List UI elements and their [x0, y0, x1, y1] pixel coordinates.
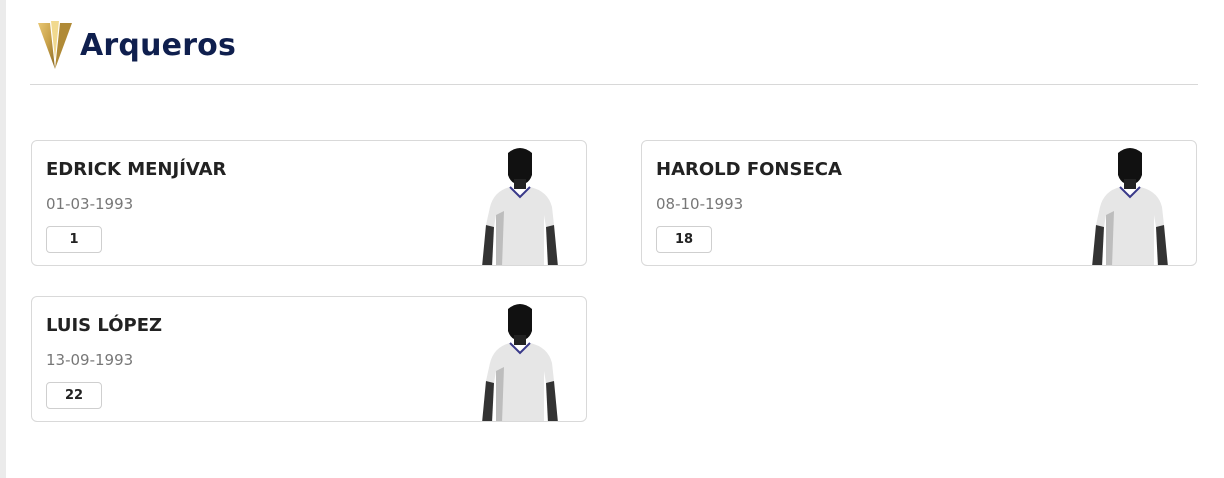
player-name: EDRICK MENJÍVAR: [46, 159, 227, 180]
player-silhouette-icon: [1092, 148, 1168, 265]
player-card[interactable]: LUIS LÓPEZ 13-09-1993 22: [31, 296, 587, 422]
player-silhouette-icon: [482, 148, 558, 265]
player-birthdate: 01-03-1993: [46, 195, 134, 213]
player-card[interactable]: EDRICK MENJÍVAR 01-03-1993 1: [31, 140, 587, 266]
player-silhouette-icon: [482, 304, 558, 421]
player-number-badge: 22: [46, 382, 102, 409]
header-divider: [30, 84, 1198, 85]
player-birthdate: 08-10-1993: [656, 195, 744, 213]
section-title: Arqueros: [80, 27, 237, 63]
player-name: HAROLD FONSECA: [656, 159, 842, 180]
left-edge-strip: [0, 0, 6, 478]
player-card[interactable]: HAROLD FONSECA 08-10-1993 18: [641, 140, 1197, 266]
player-name: LUIS LÓPEZ: [46, 315, 163, 336]
player-number-badge: 18: [656, 226, 712, 253]
player-number-badge: 1: [46, 226, 102, 253]
player-birthdate: 13-09-1993: [46, 351, 134, 369]
page: Arqueros EDRICK MENJÍVAR 01-03-1993 1 HA…: [0, 0, 1224, 478]
gold-cup-logo-icon: [38, 21, 72, 69]
section-header: Arqueros: [36, 18, 236, 72]
